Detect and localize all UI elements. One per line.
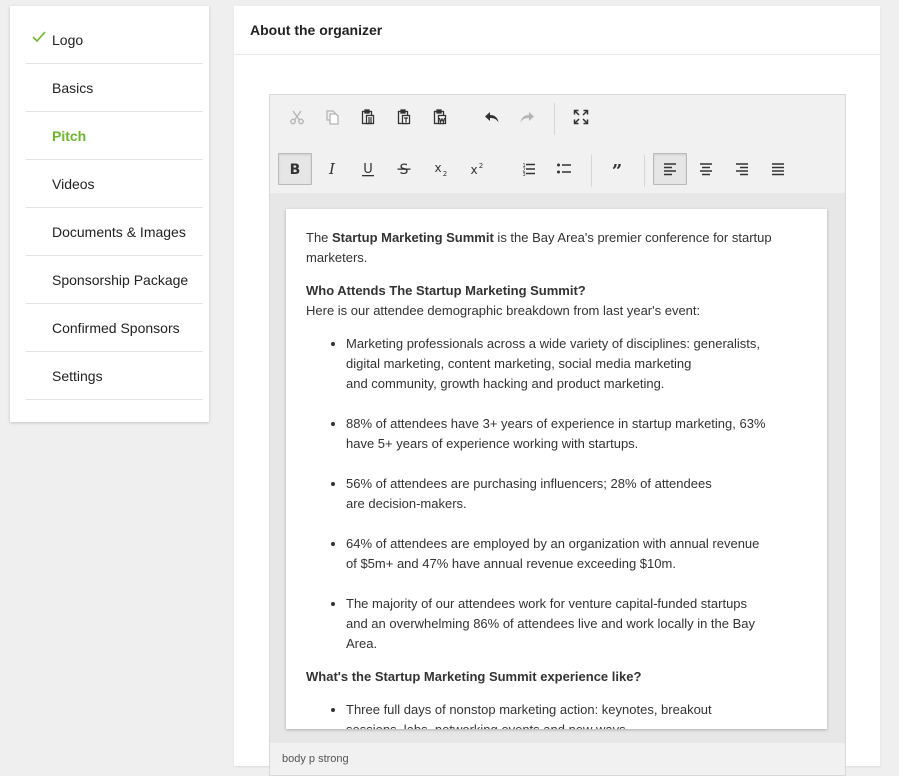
bulleted-list-button[interactable] — [547, 153, 581, 185]
panel-title: About the organizer — [234, 6, 880, 55]
paste-word-icon — [433, 109, 447, 125]
maximize-icon — [573, 109, 589, 125]
sidebar-nav: Logo Basics Pitch Videos Documents & Ima… — [26, 16, 203, 400]
bold-button[interactable]: B — [278, 153, 312, 185]
blockquote-button[interactable]: ” — [600, 153, 634, 185]
attendee-list: Marketing professionals across a wide va… — [306, 334, 807, 654]
editor-content-area: The Startup Marketing Summit is the Bay … — [270, 193, 845, 743]
sidebar-item-label: Sponsorship Package — [52, 271, 189, 288]
svg-text:2: 2 — [443, 170, 447, 177]
sidebar-item-settings[interactable]: Settings — [26, 352, 203, 400]
justify-button[interactable] — [761, 153, 795, 185]
cut-button[interactable] — [280, 101, 314, 133]
copy-icon — [326, 110, 339, 125]
svg-text:3: 3 — [523, 172, 526, 177]
sidebar: Logo Basics Pitch Videos Documents & Ima… — [10, 6, 209, 422]
rich-text-editor: B I U S x 2 x 2 1 2 3 ” The Startup Mark… — [269, 94, 846, 776]
sidebar-item-videos[interactable]: Videos — [26, 160, 203, 208]
paste-text-icon — [397, 109, 411, 125]
experience-list: Three full days of nonstop marketing act… — [306, 700, 807, 729]
redo-icon — [520, 112, 534, 123]
copy-button[interactable] — [315, 101, 349, 133]
svg-text:x: x — [470, 163, 477, 177]
section-subtitle: Here is our attendee demographic breakdo… — [306, 303, 701, 318]
sidebar-item-label: Basics — [52, 79, 94, 96]
sidebar-item-label: Logo — [52, 31, 84, 48]
redo-button[interactable] — [510, 101, 544, 133]
sidebar-item-label: Documents & Images — [52, 223, 186, 240]
section-heading: Who Attends The Startup Marketing Summit… — [306, 283, 586, 298]
sidebar-item-label: Confirmed Sponsors — [52, 319, 180, 336]
checkmark-icon — [32, 31, 46, 43]
main-panel: About the organizer B I U S x 2 x 2 1 2 … — [234, 6, 880, 776]
list-item: The majority of our attendees work for v… — [346, 594, 807, 654]
undo-icon — [485, 112, 499, 123]
align-left-icon — [664, 163, 676, 176]
editor-body: The Startup Marketing Summit is the Bay … — [286, 209, 827, 729]
maximize-button[interactable] — [564, 101, 598, 133]
toolbar-row-clipboard — [270, 101, 845, 145]
superscript-icon: x 2 — [470, 162, 483, 177]
list-item: 56% of attendees are purchasing influenc… — [346, 474, 807, 514]
svg-text:I: I — [328, 161, 336, 177]
sidebar-item-basics[interactable]: Basics — [26, 64, 203, 112]
svg-text:”: ” — [612, 161, 622, 177]
numbered-list-button[interactable]: 1 2 3 — [511, 153, 545, 185]
blockquote-icon: ” — [612, 161, 622, 177]
list-item: 64% of attendees are employed by an orga… — [346, 534, 807, 574]
svg-text:B: B — [290, 162, 301, 177]
paste-text-button[interactable] — [387, 101, 421, 133]
toolbar-separator — [644, 155, 645, 187]
sidebar-item-label: Settings — [52, 367, 103, 384]
strikethrough-button[interactable]: S — [387, 153, 421, 185]
align-left-button[interactable] — [653, 153, 687, 185]
numbered-list-icon: 1 2 3 — [523, 163, 535, 177]
list-item: Three full days of nonstop marketing act… — [346, 700, 807, 729]
bold-icon: B — [290, 162, 301, 177]
underline-button[interactable]: U — [351, 153, 385, 185]
event-name: Startup Marketing Summit — [332, 230, 494, 245]
list-item: 88% of attendees have 3+ years of experi… — [346, 414, 807, 454]
editor-page[interactable]: The Startup Marketing Summit is the Bay … — [286, 209, 827, 729]
paste-icon — [361, 109, 375, 125]
align-right-button[interactable] — [725, 153, 759, 185]
strikethrough-icon: S — [397, 162, 411, 177]
undo-button[interactable] — [475, 101, 509, 133]
toolbar-separator — [554, 103, 555, 135]
sidebar-item-logo[interactable]: Logo — [26, 16, 203, 64]
italic-button[interactable]: I — [315, 153, 349, 185]
toolbar-separator — [591, 155, 592, 187]
sidebar-item-sponsorship-package[interactable]: Sponsorship Package — [26, 256, 203, 304]
intro-paragraph: The Startup Marketing Summit is the Bay … — [306, 230, 772, 265]
bulleted-list-icon — [557, 163, 571, 174]
sidebar-item-confirmed-sponsors[interactable]: Confirmed Sponsors — [26, 304, 203, 352]
paste-button[interactable] — [351, 101, 385, 133]
italic-icon: I — [328, 161, 336, 177]
sidebar-item-documents-images[interactable]: Documents & Images — [26, 208, 203, 256]
superscript-button[interactable]: x 2 — [459, 153, 493, 185]
svg-text:U: U — [363, 162, 373, 177]
section-heading: What's the Startup Marketing Summit expe… — [306, 669, 642, 684]
list-item: Marketing professionals across a wide va… — [346, 334, 807, 394]
align-center-icon — [700, 163, 712, 176]
experience-section: What's the Startup Marketing Summit expe… — [306, 667, 807, 687]
attendees-section: Who Attends The Startup Marketing Summit… — [306, 281, 807, 321]
paste-word-button[interactable] — [423, 101, 457, 133]
justify-icon — [772, 163, 784, 176]
svg-text:x: x — [434, 161, 441, 175]
element-path-bar: body p strong — [282, 753, 349, 765]
align-center-button[interactable] — [689, 153, 723, 185]
underline-icon: U — [362, 162, 374, 177]
cut-icon — [290, 110, 304, 125]
sidebar-item-label: Videos — [52, 175, 95, 192]
subscript-icon: x 2 — [434, 161, 447, 177]
align-right-icon — [736, 163, 748, 176]
sidebar-item-pitch[interactable]: Pitch — [26, 112, 203, 160]
toolbar-row-formatting: B I U S x 2 x 2 1 2 3 ” — [270, 153, 845, 197]
svg-text:2: 2 — [479, 162, 483, 170]
subscript-button[interactable]: x 2 — [423, 153, 457, 185]
sidebar-item-label: Pitch — [52, 127, 87, 144]
